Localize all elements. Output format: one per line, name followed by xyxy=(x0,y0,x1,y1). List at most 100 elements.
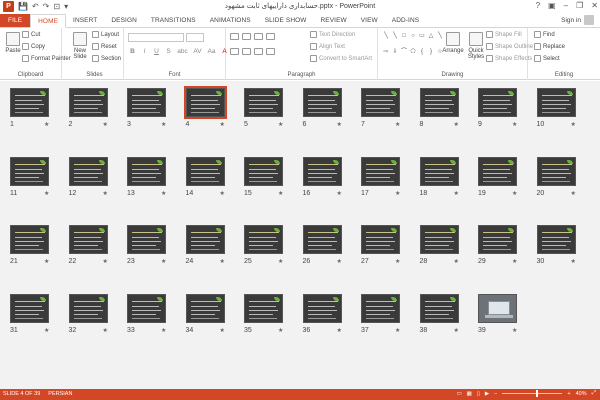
strikethrough-button[interactable]: S xyxy=(164,48,173,55)
find-button[interactable]: Find xyxy=(534,31,555,38)
shape-fill-button[interactable]: Shape Fill xyxy=(486,31,522,38)
transition-star-icon[interactable]: ★ xyxy=(161,121,166,128)
transition-star-icon[interactable]: ★ xyxy=(278,121,283,128)
slide-thumbnail[interactable] xyxy=(478,225,517,254)
transition-star-icon[interactable]: ★ xyxy=(512,258,517,265)
normal-view-icon[interactable]: ▭ xyxy=(456,391,461,397)
transition-star-icon[interactable]: ★ xyxy=(220,258,225,265)
slide-thumbnail[interactable] xyxy=(68,157,108,186)
slide-thumbnail[interactable] xyxy=(244,294,283,323)
transition-star-icon[interactable]: ★ xyxy=(395,190,400,197)
ribbon-display-icon[interactable]: ▣ xyxy=(548,1,556,10)
slideshow-view-icon[interactable]: ▶ xyxy=(485,391,489,397)
transition-star-icon[interactable]: ★ xyxy=(44,121,49,128)
slide-sorter[interactable]: 1 ★ 2 ★ 3 ★ 4 ★ 5 ★ 6 ★ 7 ★ 8 ★ 9 ★ 10 ★ 11 ★ 12 ★ 13 ★ 14 ★ 15 ★ 16 ★ 1… xyxy=(0,81,600,389)
tab-insert[interactable]: INSERT xyxy=(66,14,104,27)
transition-star-icon[interactable]: ★ xyxy=(44,258,49,265)
transition-star-icon[interactable]: ★ xyxy=(161,258,166,265)
tab-add-ins[interactable]: ADD-INS xyxy=(385,14,426,27)
slide-thumbnail[interactable] xyxy=(419,225,459,254)
cut-button[interactable]: Cut xyxy=(22,31,40,38)
arrange-button[interactable]: Arrange xyxy=(442,32,464,54)
transition-star-icon[interactable]: ★ xyxy=(278,327,283,334)
transition-star-icon[interactable]: ★ xyxy=(571,190,576,197)
sorter-view-icon[interactable]: ▦ xyxy=(467,391,472,397)
tab-animations[interactable]: ANIMATIONS xyxy=(203,14,258,27)
transition-star-icon[interactable]: ★ xyxy=(337,121,342,128)
slide-thumbnail[interactable] xyxy=(478,294,517,323)
transition-star-icon[interactable]: ★ xyxy=(103,258,108,265)
shapes-gallery[interactable]: ╲ ╲ □ ○ ▭ △ ╲ ⇨ ⇩ ⌒ ⬠{} ☆ xyxy=(382,32,442,62)
zoom-slider-handle[interactable] xyxy=(536,390,539,397)
zoom-slider[interactable] xyxy=(502,390,563,397)
numbering-icon[interactable] xyxy=(242,33,251,40)
transition-star-icon[interactable]: ★ xyxy=(571,121,576,128)
align-right-icon[interactable] xyxy=(254,48,263,55)
slide-thumbnail[interactable] xyxy=(361,88,400,117)
layout-button[interactable]: Layout xyxy=(92,31,119,38)
align-left-icon[interactable] xyxy=(230,48,239,55)
transition-star-icon[interactable]: ★ xyxy=(220,121,225,128)
slide-thumbnail[interactable] xyxy=(361,157,400,186)
zoom-in-icon[interactable]: + xyxy=(567,391,570,397)
slide-thumbnail[interactable] xyxy=(361,225,400,254)
slide-thumbnail[interactable] xyxy=(127,294,166,323)
slide-thumbnail[interactable] xyxy=(361,294,400,323)
convert-smartart-button[interactable]: Convert to SmartArt xyxy=(310,55,372,62)
slide-thumbnail[interactable] xyxy=(419,88,459,117)
tab-design[interactable]: DESIGN xyxy=(104,14,144,27)
slide-thumbnail[interactable] xyxy=(68,225,108,254)
paste-button[interactable]: Paste xyxy=(4,32,22,54)
transition-star-icon[interactable]: ★ xyxy=(103,121,108,128)
fit-slide-icon[interactable]: ⤢ xyxy=(592,390,596,397)
transition-star-icon[interactable]: ★ xyxy=(103,190,108,197)
slide-thumbnail[interactable] xyxy=(127,157,166,186)
restore-icon[interactable]: ❐ xyxy=(576,1,583,10)
transition-star-icon[interactable]: ★ xyxy=(103,327,108,334)
transition-star-icon[interactable]: ★ xyxy=(512,327,517,334)
tab-transitions[interactable]: TRANSITIONS xyxy=(144,14,203,27)
font-size-combo[interactable] xyxy=(186,33,204,42)
slide-thumbnail[interactable] xyxy=(419,157,459,186)
minimize-icon[interactable]: – xyxy=(564,1,568,10)
format-painter-button[interactable]: Format Painter xyxy=(22,55,71,62)
slide-thumbnail[interactable] xyxy=(302,225,342,254)
slide-thumbnail[interactable] xyxy=(536,225,576,254)
slide-thumbnail[interactable] xyxy=(10,294,49,323)
shape-effects-button[interactable]: Shape Effects xyxy=(486,55,532,62)
transition-star-icon[interactable]: ★ xyxy=(337,258,342,265)
slide-thumbnail[interactable] xyxy=(10,225,49,254)
slide-thumbnail[interactable] xyxy=(185,157,225,186)
slide-thumbnail[interactable] xyxy=(10,157,49,186)
transition-star-icon[interactable]: ★ xyxy=(220,190,225,197)
close-icon[interactable]: ✕ xyxy=(591,1,598,10)
increase-indent-icon[interactable] xyxy=(266,33,275,40)
slide-thumbnail[interactable] xyxy=(185,294,225,323)
transition-star-icon[interactable]: ★ xyxy=(44,190,49,197)
tab-view[interactable]: VIEW xyxy=(354,14,385,27)
italic-button[interactable]: I xyxy=(140,48,149,55)
transition-star-icon[interactable]: ★ xyxy=(571,258,576,265)
slide-thumbnail[interactable] xyxy=(302,157,342,186)
slide-thumbnail[interactable] xyxy=(478,157,517,186)
quick-styles-button[interactable]: Quick Styles xyxy=(466,32,486,60)
transition-star-icon[interactable]: ★ xyxy=(395,327,400,334)
transition-star-icon[interactable]: ★ xyxy=(44,327,49,334)
transition-star-icon[interactable]: ★ xyxy=(278,258,283,265)
zoom-level[interactable]: 40% xyxy=(576,391,587,397)
help-icon[interactable]: ? xyxy=(536,1,540,10)
text-direction-button[interactable]: Text Direction xyxy=(310,31,355,38)
section-button[interactable]: Section xyxy=(92,55,121,62)
transition-star-icon[interactable]: ★ xyxy=(454,190,459,197)
transition-star-icon[interactable]: ★ xyxy=(161,327,166,334)
slide-thumbnail[interactable] xyxy=(183,86,227,119)
copy-button[interactable]: Copy xyxy=(22,43,45,50)
shadow-button[interactable]: abc xyxy=(176,48,189,55)
reset-button[interactable]: Reset xyxy=(92,43,117,50)
slide-thumbnail[interactable] xyxy=(536,157,576,186)
reading-view-icon[interactable]: ▯ xyxy=(477,391,480,397)
slide-thumbnail[interactable] xyxy=(127,88,166,117)
new-slide-button[interactable]: New Slide xyxy=(70,32,90,60)
transition-star-icon[interactable]: ★ xyxy=(454,327,459,334)
slide-thumbnail[interactable] xyxy=(68,294,108,323)
